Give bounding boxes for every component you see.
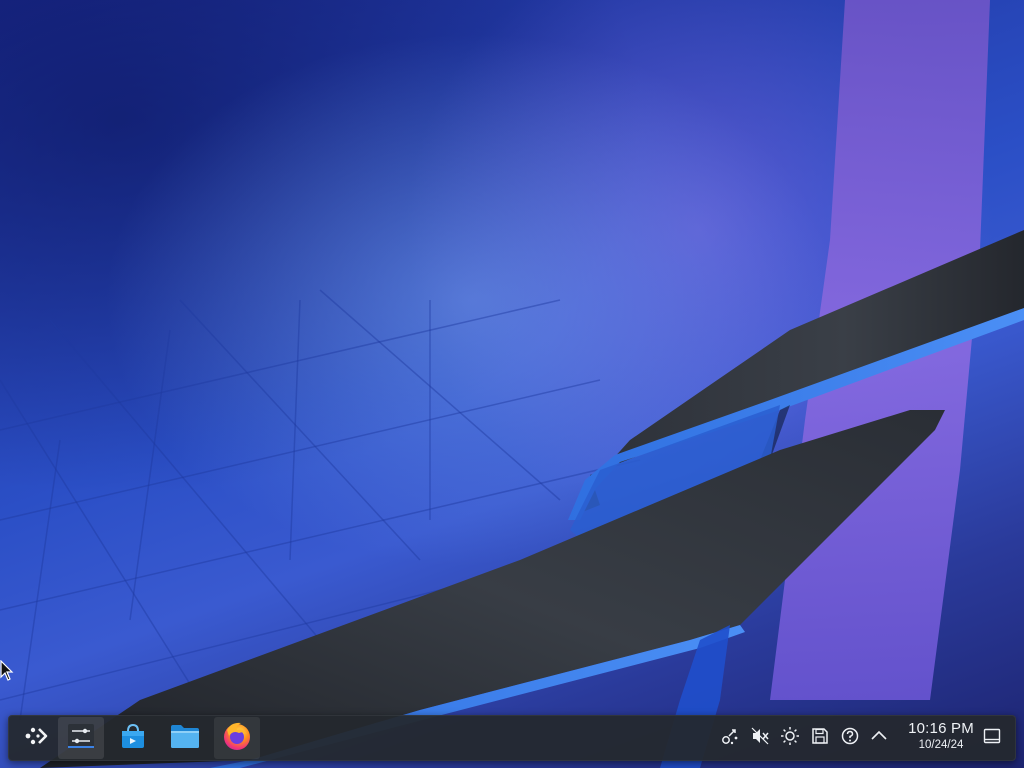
clock-time: 10:16 PM xyxy=(908,720,974,737)
show-desktop-button[interactable] xyxy=(981,727,1003,749)
clock-date: 10/24/24 xyxy=(918,739,964,751)
show-desktop-icon xyxy=(982,726,1002,751)
folder-icon xyxy=(170,723,200,754)
settings-sliders-icon xyxy=(66,722,96,755)
volume-muted-icon xyxy=(750,726,770,751)
task-discover[interactable] xyxy=(110,717,156,759)
tray-brightness[interactable] xyxy=(779,726,801,751)
help-icon xyxy=(840,726,860,751)
task-firefox[interactable] xyxy=(214,717,260,759)
tray-help[interactable] xyxy=(839,727,861,749)
application-launcher-button[interactable] xyxy=(12,717,58,759)
software-store-icon xyxy=(119,722,147,755)
taskbar-panel: 10:16 PM 10/24/24 xyxy=(8,715,1016,761)
digital-clock[interactable]: 10:16 PM 10/24/24 xyxy=(896,720,986,756)
wallpaper-art xyxy=(0,0,1024,768)
task-dolphin[interactable] xyxy=(162,717,208,759)
application-launcher-icon xyxy=(22,723,48,754)
disk-save-icon xyxy=(810,726,830,751)
mouse-cursor-icon xyxy=(0,659,14,687)
task-system-settings[interactable] xyxy=(58,717,104,759)
firefox-icon xyxy=(221,720,253,757)
tray-network[interactable] xyxy=(720,727,742,749)
tray-volume[interactable] xyxy=(749,727,771,749)
chevron-up-icon xyxy=(869,726,889,751)
tray-disks[interactable] xyxy=(809,727,831,749)
tray-expand-button[interactable] xyxy=(868,727,890,749)
network-icon xyxy=(721,726,741,751)
brightness-icon xyxy=(780,726,800,751)
desktop-wallpaper xyxy=(0,0,1024,768)
